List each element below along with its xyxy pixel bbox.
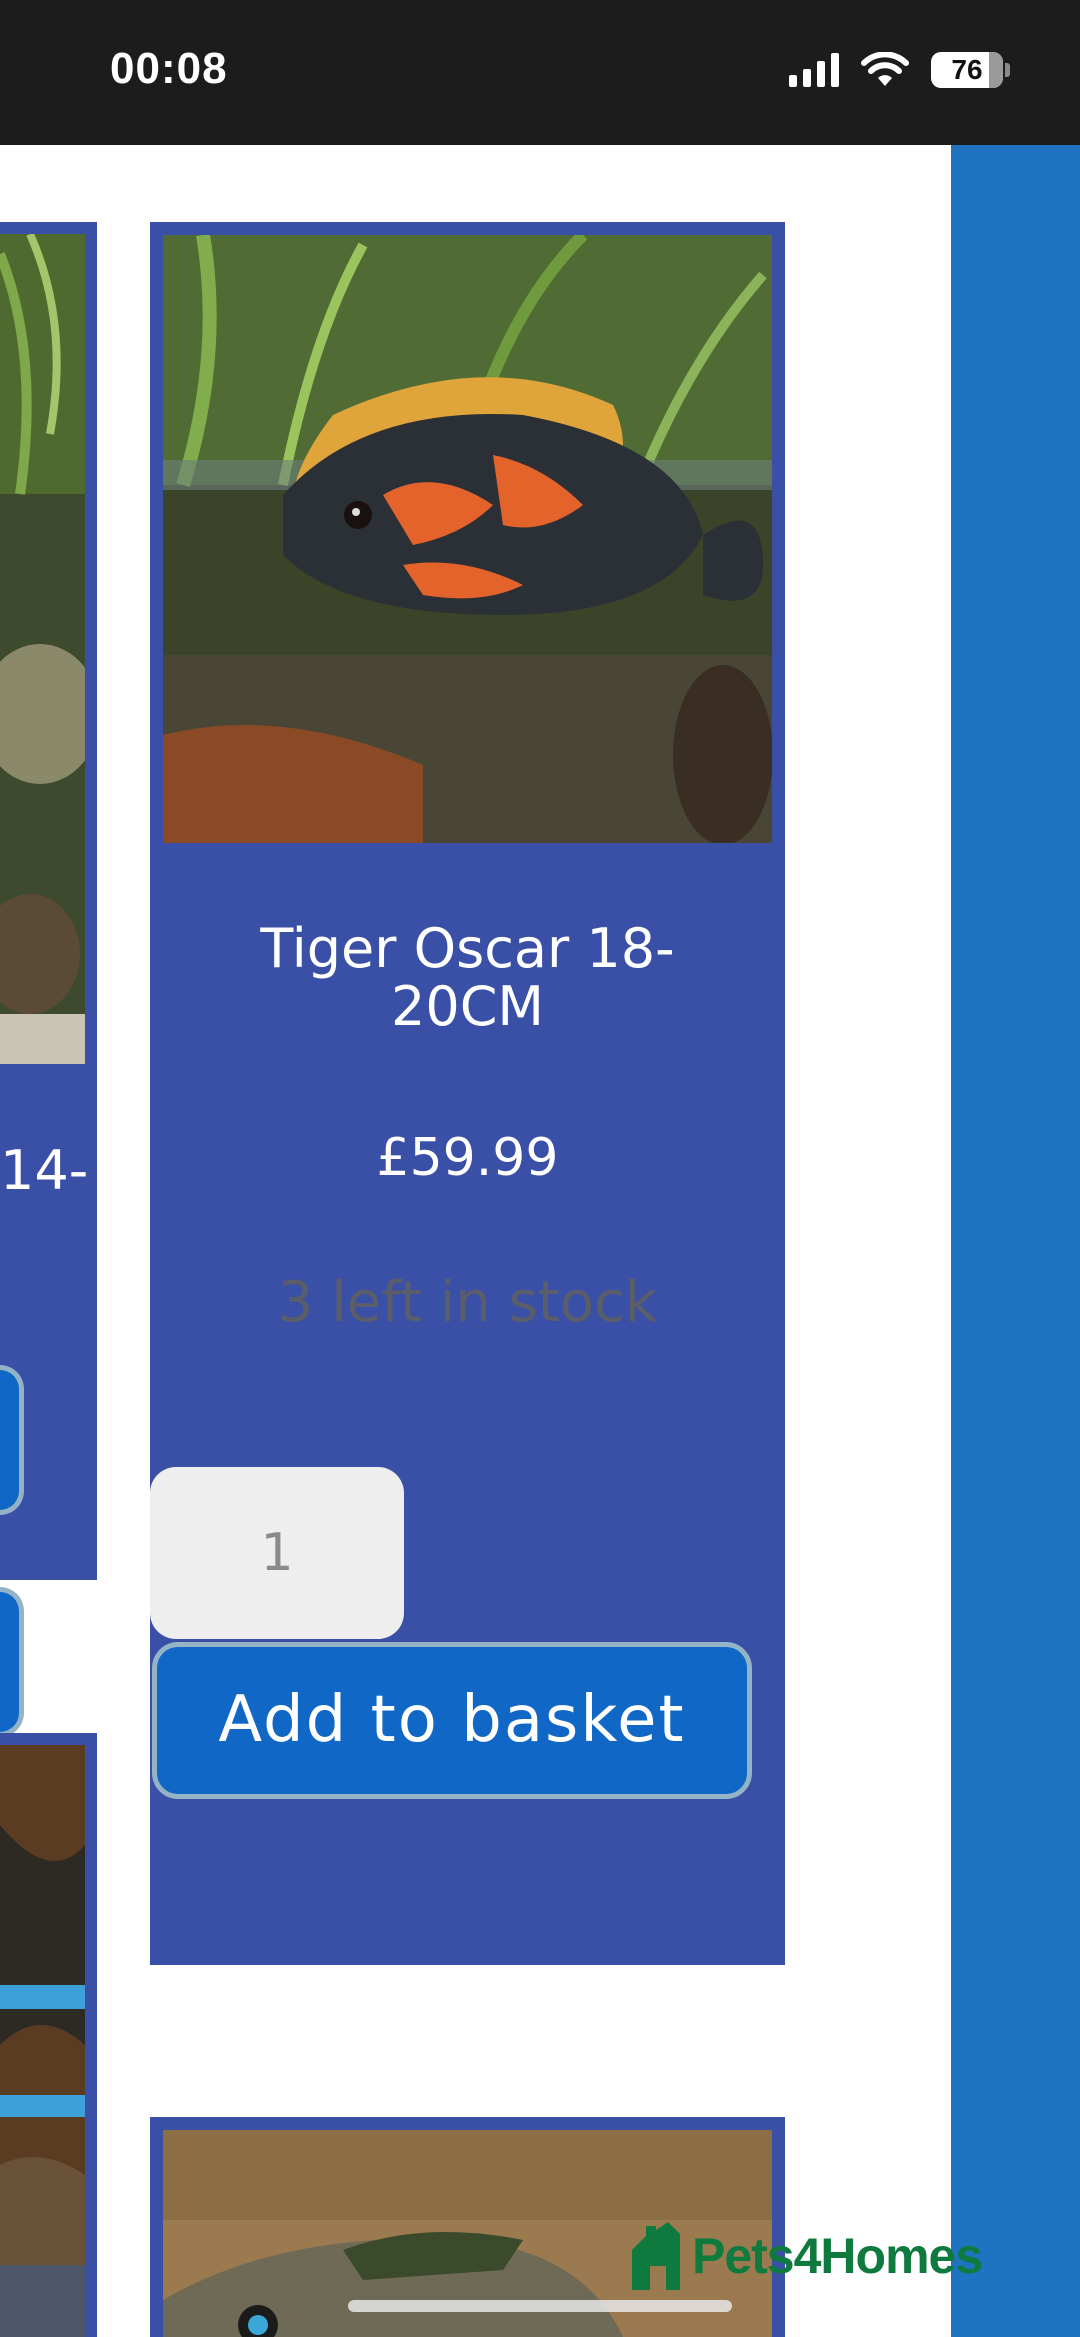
product-card: Tiger Oscar 18-20CM £59.99 3 left in sto… <box>150 222 785 1965</box>
product-price: £59.99 <box>376 1128 559 1188</box>
product-image[interactable] <box>0 234 85 1064</box>
product-image[interactable] <box>0 1745 85 2337</box>
battery-icon: 76 <box>931 52 1010 88</box>
status-time: 00:08 <box>110 44 228 93</box>
status-icons: 76 <box>789 52 1010 88</box>
battery-level: 76 <box>951 54 983 85</box>
pets4homes-logo-icon <box>632 2222 680 2290</box>
add-to-basket-button[interactable]: Add to basket <box>152 1642 752 1799</box>
product-image[interactable] <box>163 235 772 843</box>
signal-icon <box>789 53 839 87</box>
watermark-brand: Pets4Homes <box>692 2228 983 2284</box>
wifi-icon <box>861 52 909 86</box>
product-title[interactable]: Tiger Oscar 18-20CM <box>190 920 745 1036</box>
add-to-basket-button-partial[interactable] <box>0 1587 24 1737</box>
right-sidebar <box>951 145 1080 2337</box>
product-title-partial: 14- <box>0 1139 89 1202</box>
stock-status: 3 left in stock <box>277 1270 658 1335</box>
pets4homes-watermark: Pets4Homes <box>628 2222 983 2290</box>
status-bar: 00:08 76 <box>0 0 1080 145</box>
add-to-basket-button-partial[interactable] <box>0 1365 24 1515</box>
quantity-input[interactable] <box>150 1467 404 1639</box>
home-indicator[interactable] <box>348 2300 732 2312</box>
product-card-partial-lower <box>0 1733 97 2337</box>
